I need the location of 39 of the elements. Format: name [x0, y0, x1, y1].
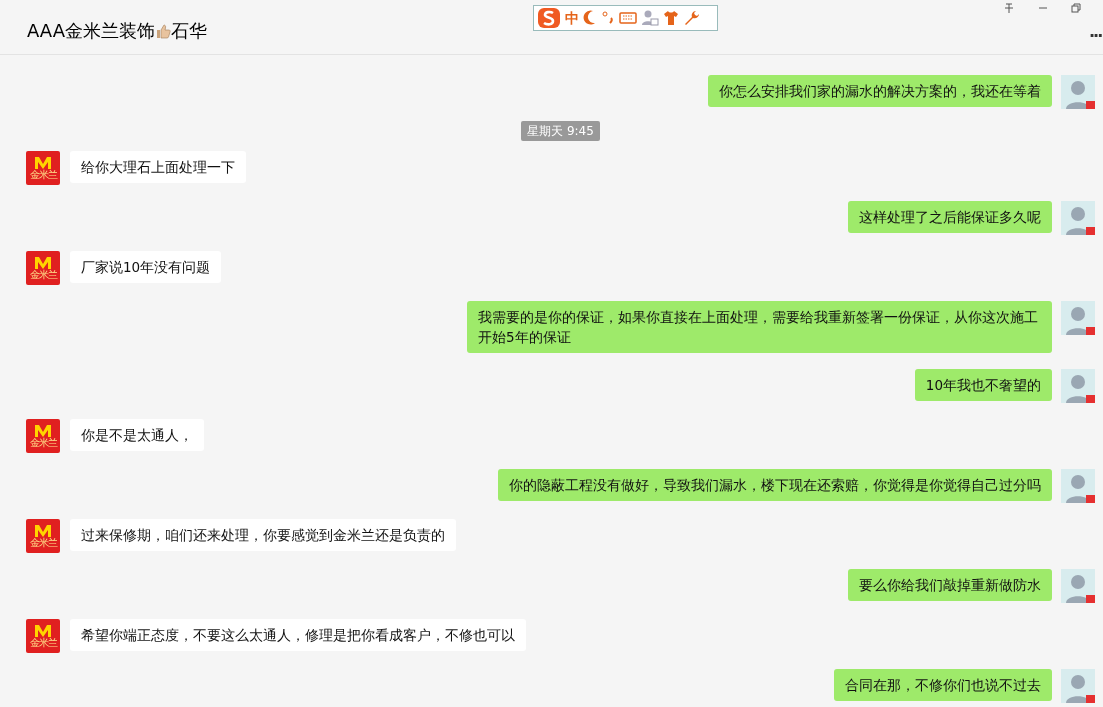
timestamp: 星期天 9:45: [521, 121, 600, 141]
message-bubble: 要么你给我们敲掉重新做防水: [848, 569, 1052, 601]
message-bubble: 10年我也不奢望的: [914, 369, 1052, 401]
message-bubble: 厂家说10年没有问题: [70, 251, 222, 283]
m-logo-icon: [34, 624, 52, 638]
user-avatar: [1061, 369, 1095, 403]
s-logo-icon[interactable]: [537, 8, 561, 28]
avatar-logo-text: 金米兰: [29, 438, 57, 448]
message-bubble: 合同在那，不修你们也说不过去: [834, 669, 1052, 701]
user-avatar: [1061, 469, 1095, 503]
avatar-logo-text: 金米兰: [29, 638, 57, 648]
avatar-logo-text: 金米兰: [29, 270, 57, 280]
m-logo-icon: [34, 524, 52, 538]
avatar-logo-text: 金米兰: [29, 538, 57, 548]
more-options-button[interactable]: ...: [1089, 20, 1102, 44]
user-avatar: [1061, 669, 1095, 703]
user-avatar: [1061, 569, 1095, 603]
moon-icon[interactable]: [583, 8, 597, 28]
message-bubble: 你的隐蔽工程没有做好，导致我们漏水，楼下现在还索赔，你觉得是你觉得自己过分吗: [498, 469, 1052, 501]
m-logo-icon: [34, 156, 52, 170]
message-bubble: 我需要的是你的保证，如果你直接在上面处理，需要给我重新签署一份保证，从你这次施工开始5年的保证: [467, 301, 1052, 353]
message-bubble: 过来保修期，咱们还来处理，你要感觉到金米兰还是负责的: [70, 519, 456, 551]
shirt-icon[interactable]: [663, 8, 679, 28]
user-avatar: [1061, 301, 1095, 335]
message-bubble: 你是不是太通人，: [70, 419, 204, 451]
m-logo-icon: [34, 424, 52, 438]
user-avatar: [1061, 75, 1095, 109]
thumbs-up-icon: [154, 22, 171, 39]
chat-title: 石华: [170, 19, 207, 43]
message-bubble: 给你大理石上面处理一下: [70, 151, 246, 183]
message-bubble: 希望你端正态度，不要这么太通人，修理是把你看成客户，不修也可以: [70, 619, 526, 651]
chat-title: AAA金米兰装饰: [27, 19, 155, 43]
m-logo-icon: [34, 256, 52, 270]
message-bubble: 这样处理了之后能保证多久呢: [848, 201, 1052, 233]
user-icon[interactable]: [641, 8, 659, 28]
message-bubble: 你怎么安排我们家的漏水的解决方案的，我还在等着: [708, 75, 1052, 107]
avatar-logo-text: 金米兰: [29, 170, 57, 180]
wrench-icon[interactable]: [683, 8, 699, 28]
user-avatar: [1061, 201, 1095, 235]
